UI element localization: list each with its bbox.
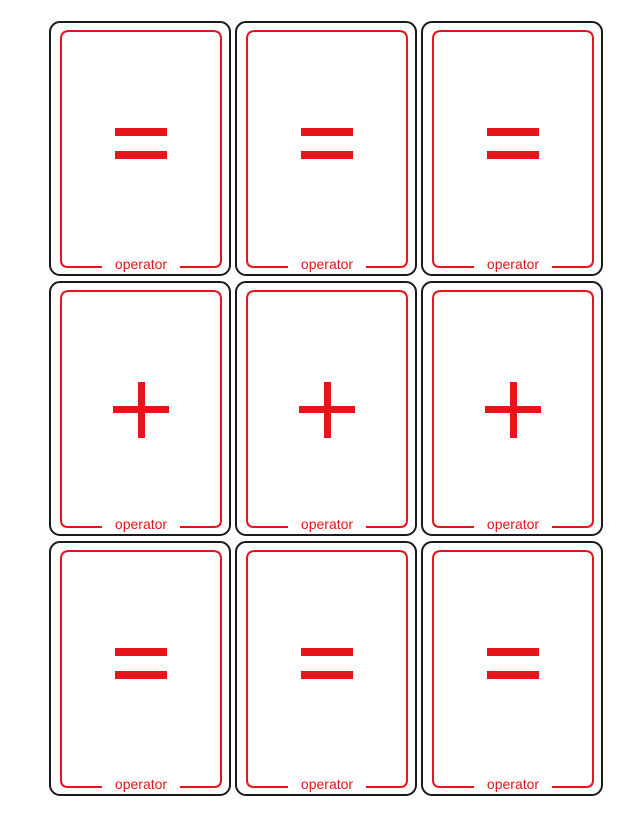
card-label: operator: [486, 776, 540, 792]
operator-card[interactable]: operator: [49, 281, 231, 536]
plus-bar-vertical: [138, 382, 145, 438]
card-frame-outline: [432, 30, 594, 268]
card-frame-outline: [432, 550, 594, 788]
equals-bar-bottom: [487, 671, 539, 679]
operator-card[interactable]: operator: [421, 281, 603, 536]
equals-bar-top: [301, 648, 353, 656]
card-sheet: operator operator operator operator oper…: [49, 21, 607, 796]
operator-card[interactable]: operator: [421, 21, 603, 276]
card-inner-frame: operator: [246, 550, 408, 792]
equals-bar-top: [487, 128, 539, 136]
card-label: operator: [114, 516, 168, 532]
operator-card[interactable]: operator: [421, 541, 603, 796]
card-label: operator: [300, 516, 354, 532]
card-label: operator: [114, 256, 168, 272]
card-label: operator: [486, 256, 540, 272]
card-inner-frame: operator: [432, 290, 594, 532]
plus-bar-vertical: [510, 382, 517, 438]
operator-card[interactable]: operator: [49, 541, 231, 796]
card-inner-frame: operator: [246, 30, 408, 272]
card-inner-frame: operator: [432, 30, 594, 272]
operator-card[interactable]: operator: [235, 21, 417, 276]
plus-bar-vertical: [324, 382, 331, 438]
operator-card[interactable]: operator: [235, 281, 417, 536]
card-frame-outline: [246, 550, 408, 788]
equals-bar-top: [301, 128, 353, 136]
card-inner-frame: operator: [60, 550, 222, 792]
card-label: operator: [114, 776, 168, 792]
equals-bar-top: [115, 648, 167, 656]
operator-card[interactable]: operator: [49, 21, 231, 276]
card-inner-frame: operator: [246, 290, 408, 532]
card-frame-outline: [60, 30, 222, 268]
card-inner-frame: operator: [432, 550, 594, 792]
equals-bar-top: [487, 648, 539, 656]
equals-bar-bottom: [487, 151, 539, 159]
equals-bar-bottom: [301, 671, 353, 679]
card-frame-outline: [246, 30, 408, 268]
card-label: operator: [300, 256, 354, 272]
card-inner-frame: operator: [60, 30, 222, 272]
equals-bar-bottom: [115, 671, 167, 679]
operator-card[interactable]: operator: [235, 541, 417, 796]
equals-bar-top: [115, 128, 167, 136]
card-frame-outline: [60, 550, 222, 788]
equals-bar-bottom: [115, 151, 167, 159]
card-label: operator: [486, 516, 540, 532]
card-inner-frame: operator: [60, 290, 222, 532]
card-label: operator: [300, 776, 354, 792]
equals-bar-bottom: [301, 151, 353, 159]
